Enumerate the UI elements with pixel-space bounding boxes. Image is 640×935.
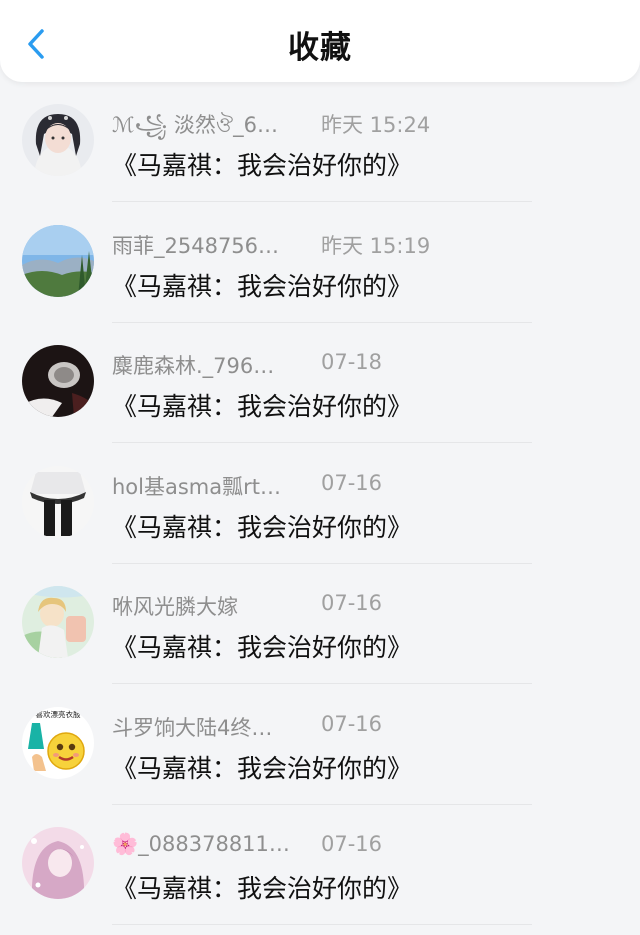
- avatar[interactable]: [22, 586, 94, 658]
- timestamp: 07-18: [321, 350, 383, 374]
- list-item[interactable]: 雨菲_2548756… 昨天 15:19 《马嘉祺：我会治好你的》: [0, 203, 640, 324]
- list-item[interactable]: 喜欢漂亮衣服 斗罗饷大陆4终… 07-16 《马嘉祺：我会治好你的》: [0, 685, 640, 806]
- avatar[interactable]: [22, 104, 94, 176]
- emoji-avatar-icon: 喜欢漂亮衣服: [22, 706, 94, 779]
- message-preview: 《马嘉祺：我会治好你的》: [112, 151, 413, 180]
- list-item[interactable]: hol基asma瓢rt… 07-16 《马嘉祺：我会治好你的》: [0, 444, 640, 565]
- avatar[interactable]: [22, 345, 94, 417]
- timestamp: 昨天 15:24: [321, 113, 431, 137]
- timestamp: 昨天 15:19: [321, 233, 431, 258]
- avatar[interactable]: [22, 224, 94, 297]
- sender-name: 麋鹿森林._796…: [112, 354, 275, 378]
- dark-photo-avatar-icon: [22, 345, 94, 417]
- avatar[interactable]: [22, 827, 94, 899]
- list-item[interactable]: 麋鹿森林._796… 07-18 《马嘉祺：我会治好你的》: [0, 323, 640, 444]
- timestamp: 07-16: [321, 591, 383, 615]
- skirt-legs-avatar-icon: [22, 465, 94, 538]
- timestamp: 07-16: [321, 470, 383, 495]
- avatar-caption: 喜欢漂亮衣服: [36, 709, 81, 719]
- landscape-avatar-icon: [22, 224, 94, 297]
- divider: [112, 924, 532, 925]
- favorites-list: ℳ꧁ 淡然ঔ_6… 昨天 15:24 《马嘉祺：我会治好你的》 雨菲_25487…: [0, 82, 640, 926]
- message-preview: 《马嘉祺：我会治好你的》: [112, 271, 413, 301]
- page-title: 收藏: [288, 30, 352, 66]
- avatar[interactable]: [22, 465, 94, 538]
- pink-anime-girl-avatar-icon: [22, 827, 94, 899]
- message-preview: 《马嘉祺：我会治好你的》: [112, 633, 413, 662]
- message-preview: 《马嘉祺：我会治好你的》: [112, 392, 413, 421]
- sender-name: 斗罗饷大陆4终…: [112, 715, 273, 740]
- sender-name: 雨菲_2548756…: [112, 233, 280, 258]
- sender-name: 🌸_088378811…: [112, 832, 290, 856]
- avatar[interactable]: 喜欢漂亮衣服: [22, 706, 94, 779]
- anime-girl-avatar-icon: [22, 104, 94, 176]
- message-preview: 《马嘉祺：我会治好你的》: [112, 753, 413, 783]
- message-preview: 《马嘉祺：我会治好你的》: [112, 874, 413, 903]
- anime-boy-avatar-icon: [22, 586, 94, 658]
- timestamp: 07-16: [321, 711, 383, 736]
- message-preview: 《马嘉祺：我会治好你的》: [112, 512, 413, 542]
- list-item[interactable]: 咻风光膦大嫁 07-16 《马嘉祺：我会治好你的》: [0, 564, 640, 685]
- list-item[interactable]: ℳ꧁ 淡然ঔ_6… 昨天 15:24 《马嘉祺：我会治好你的》: [0, 82, 640, 203]
- timestamp: 07-16: [321, 832, 383, 856]
- sender-name: 咻风光膦大嫁: [112, 595, 238, 619]
- top-bar: 收藏: [0, 0, 640, 82]
- sender-name: hol基asma瓢rt…: [112, 474, 281, 499]
- list-item[interactable]: 🌸_088378811… 07-16 《马嘉祺：我会治好你的》: [0, 805, 640, 926]
